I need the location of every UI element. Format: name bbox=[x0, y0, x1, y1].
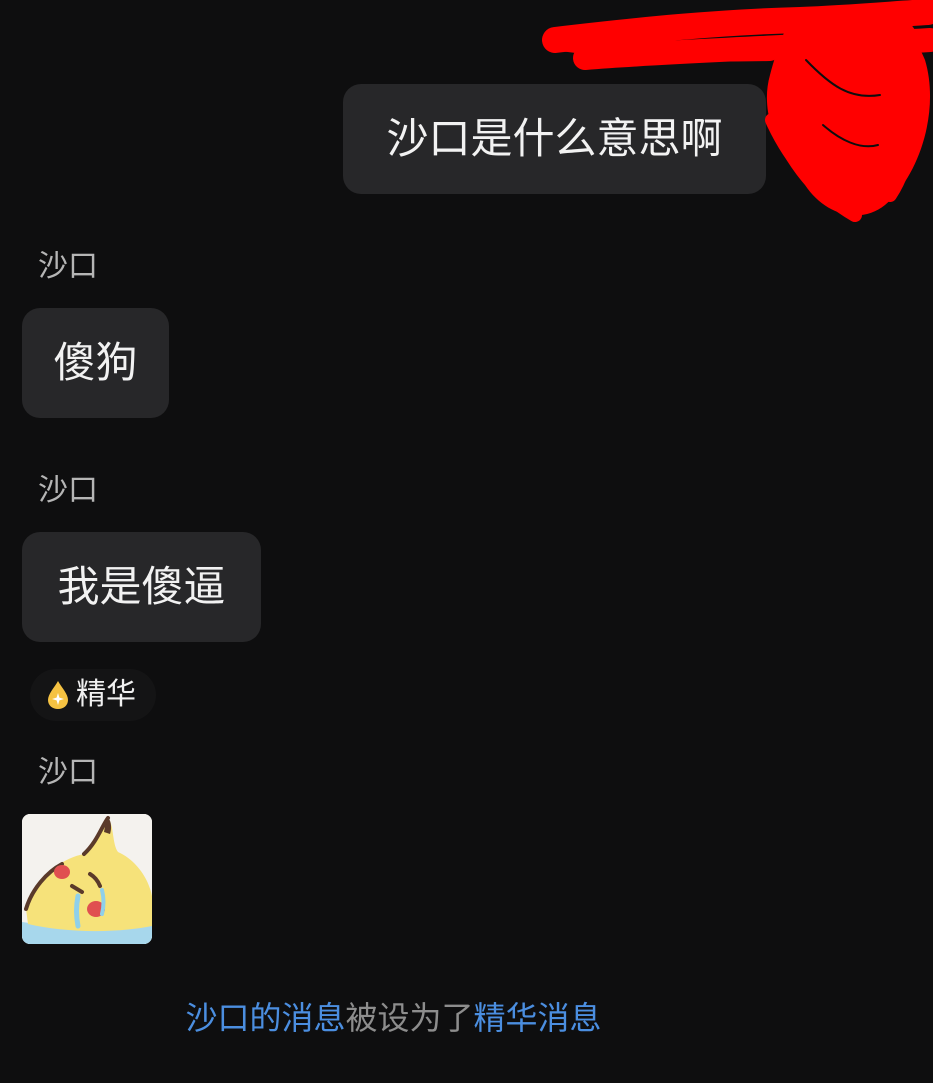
system-notice: 沙口的消息被设为了精华消息 bbox=[0, 1002, 787, 1034]
message-text: 沙口是什么意思啊 bbox=[386, 114, 723, 163]
outgoing-message-bubble[interactable]: 沙口是什么意思啊 bbox=[343, 84, 766, 194]
crying-pikachu-sticker[interactable] bbox=[22, 814, 152, 944]
incoming-message-bubble[interactable]: 傻狗 bbox=[22, 308, 169, 418]
essence-tag-label: 精华 bbox=[76, 677, 136, 712]
gold-drop-star-icon bbox=[48, 681, 68, 709]
message-link[interactable]: 沙口的消息 bbox=[185, 999, 345, 1037]
notice-text: 被设为了 bbox=[345, 999, 474, 1037]
incoming-message-bubble[interactable]: 我是傻逼 bbox=[22, 532, 261, 642]
sender-name[interactable]: 沙口 bbox=[38, 758, 98, 788]
chat-view: 沙口是什么意思啊 沙口 傻狗 沙口 我是傻逼 精华 沙口 沙口的消息被设为了精华… bbox=[0, 0, 933, 1083]
essence-messages-link[interactable]: 精华消息 bbox=[474, 999, 602, 1037]
sender-name[interactable]: 沙口 bbox=[38, 252, 98, 282]
message-text: 我是傻逼 bbox=[57, 562, 226, 611]
essence-tag[interactable]: 精华 bbox=[30, 669, 156, 721]
message-text: 傻狗 bbox=[53, 338, 138, 387]
sender-name[interactable]: 沙口 bbox=[38, 476, 98, 506]
